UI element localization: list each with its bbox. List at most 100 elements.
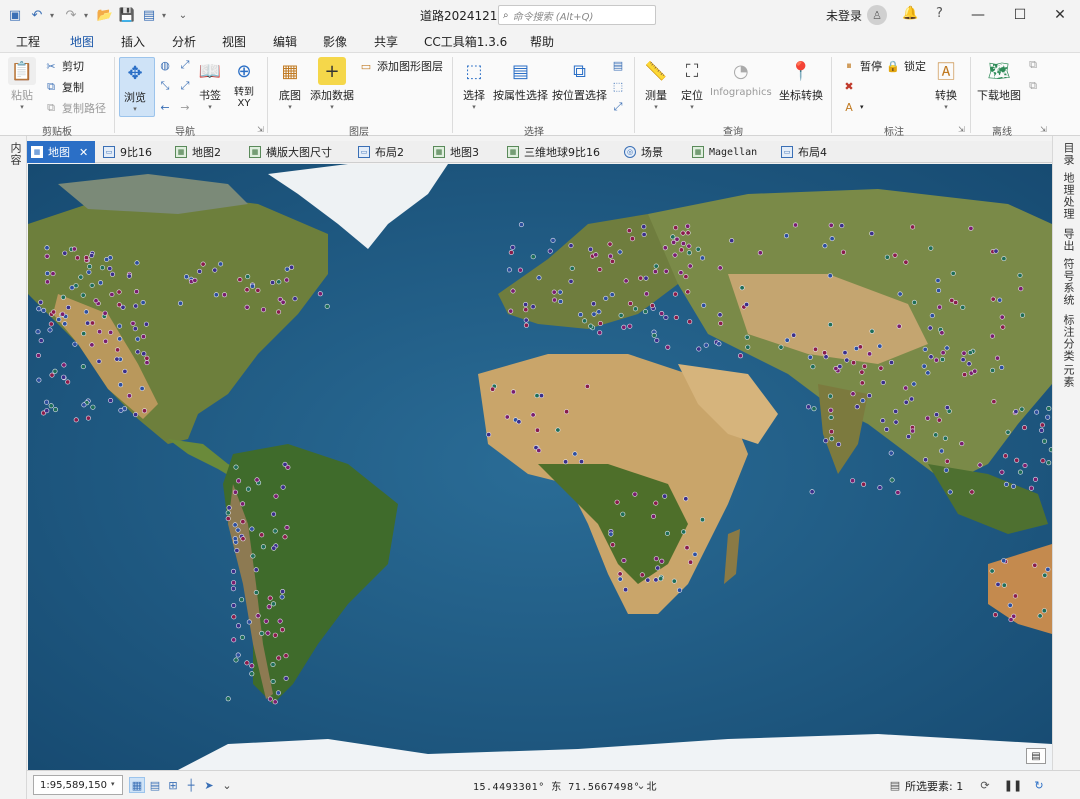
road-point[interactable]	[850, 478, 856, 484]
road-point[interactable]	[683, 496, 689, 502]
fixed-zoom-out-icon[interactable]: ⤢	[178, 79, 192, 93]
road-point[interactable]	[133, 303, 139, 309]
road-point[interactable]	[686, 243, 692, 249]
road-point[interactable]	[744, 302, 750, 308]
road-point[interactable]	[56, 317, 62, 323]
road-point[interactable]	[609, 258, 615, 264]
road-point[interactable]	[784, 337, 790, 343]
road-point[interactable]	[36, 306, 42, 312]
road-point[interactable]	[259, 630, 265, 636]
road-point[interactable]	[859, 369, 865, 375]
road-point[interactable]	[925, 415, 931, 421]
road-point[interactable]	[737, 353, 743, 359]
fixed-extent-icon[interactable]: ▦	[129, 777, 145, 793]
road-point[interactable]	[504, 414, 510, 420]
road-point[interactable]	[87, 264, 93, 270]
road-point[interactable]	[607, 241, 613, 247]
road-point[interactable]	[678, 270, 684, 276]
road-point[interactable]	[810, 364, 816, 370]
road-point[interactable]	[253, 567, 259, 573]
road-point[interactable]	[928, 245, 934, 251]
road-point[interactable]	[85, 415, 91, 421]
road-point[interactable]	[534, 393, 540, 399]
road-point[interactable]	[280, 588, 286, 594]
road-point[interactable]	[829, 436, 835, 442]
road-point[interactable]	[568, 278, 574, 284]
label-more-button[interactable]: A ▾	[842, 100, 863, 114]
road-point[interactable]	[680, 230, 686, 236]
road-point[interactable]	[235, 527, 241, 533]
road-point[interactable]	[1048, 447, 1052, 453]
road-point[interactable]	[49, 372, 55, 378]
road-point[interactable]	[673, 225, 679, 231]
road-point[interactable]	[232, 489, 238, 495]
road-point[interactable]	[837, 364, 843, 370]
offline-launcher-icon[interactable]: ⇲	[1040, 125, 1047, 134]
road-point[interactable]	[1010, 483, 1016, 489]
road-point[interactable]	[234, 547, 240, 553]
road-point[interactable]	[822, 243, 828, 249]
road-point[interactable]	[65, 379, 71, 385]
previous-extent-icon[interactable]: ←	[158, 100, 172, 114]
road-point[interactable]	[1013, 409, 1019, 415]
tab-analysis[interactable]: 分析	[172, 33, 196, 50]
road-point[interactable]	[117, 323, 123, 329]
road-point[interactable]	[81, 402, 87, 408]
road-point[interactable]	[568, 243, 574, 249]
road-point[interactable]	[260, 544, 266, 550]
road-point[interactable]	[909, 396, 915, 402]
road-point[interactable]	[969, 489, 975, 495]
command-search-input[interactable]: ⌕ 命令搜索 (Alt+Q)	[498, 5, 656, 25]
road-point[interactable]	[213, 292, 219, 298]
road-point[interactable]	[828, 429, 834, 435]
road-point[interactable]	[52, 407, 58, 413]
tab-help[interactable]: 帮助	[530, 33, 554, 50]
road-point[interactable]	[652, 269, 658, 275]
road-point[interactable]	[683, 274, 689, 280]
road-point[interactable]	[244, 304, 250, 310]
road-point[interactable]	[246, 619, 252, 625]
road-point[interactable]	[910, 224, 916, 230]
lock-labeling-button[interactable]: 🔒 锁定	[886, 58, 926, 74]
pause-drawing-icon[interactable]: ❚❚	[1004, 777, 1022, 793]
road-point[interactable]	[651, 332, 657, 338]
road-point[interactable]	[997, 297, 1003, 303]
tab-imagery[interactable]: 影像	[323, 33, 347, 50]
tab-insert[interactable]: 插入	[121, 33, 145, 50]
tab-map[interactable]: 地图	[70, 33, 95, 54]
road-point[interactable]	[240, 501, 246, 507]
road-point[interactable]	[218, 261, 224, 267]
road-point[interactable]	[840, 249, 846, 255]
road-point[interactable]	[680, 241, 686, 247]
road-point[interactable]	[52, 368, 58, 374]
road-point[interactable]	[627, 301, 633, 307]
road-point[interactable]	[1001, 582, 1007, 588]
road-point[interactable]	[486, 432, 492, 438]
road-point[interactable]	[629, 236, 635, 242]
road-point[interactable]	[270, 661, 276, 667]
road-point[interactable]	[696, 346, 702, 352]
road-point[interactable]	[778, 344, 784, 350]
road-point[interactable]	[44, 245, 50, 251]
road-point[interactable]	[89, 320, 95, 326]
label-class-pane-tab[interactable]: 标注分类	[1060, 314, 1076, 362]
road-point[interactable]	[684, 545, 690, 551]
road-point[interactable]	[89, 282, 95, 288]
road-point[interactable]	[538, 393, 544, 399]
road-point[interactable]	[231, 637, 237, 643]
road-point[interactable]	[807, 354, 813, 360]
road-point[interactable]	[641, 232, 647, 238]
road-point[interactable]	[621, 557, 627, 563]
road-point[interactable]	[966, 361, 972, 367]
road-point[interactable]	[1045, 414, 1051, 420]
road-point[interactable]	[73, 417, 79, 423]
labeling-launcher-icon[interactable]: ⇲	[958, 125, 965, 134]
road-point[interactable]	[650, 513, 656, 519]
road-point[interactable]	[827, 393, 833, 399]
road-point[interactable]	[889, 477, 895, 483]
select-button[interactable]: ⬚ 选择 ▾	[460, 57, 488, 112]
convert-labels-button[interactable]: 🄰 转换 ▾	[932, 57, 960, 111]
contents-pane-label[interactable]: 内容	[7, 142, 23, 166]
road-point[interactable]	[99, 265, 105, 271]
road-point[interactable]	[922, 346, 928, 352]
